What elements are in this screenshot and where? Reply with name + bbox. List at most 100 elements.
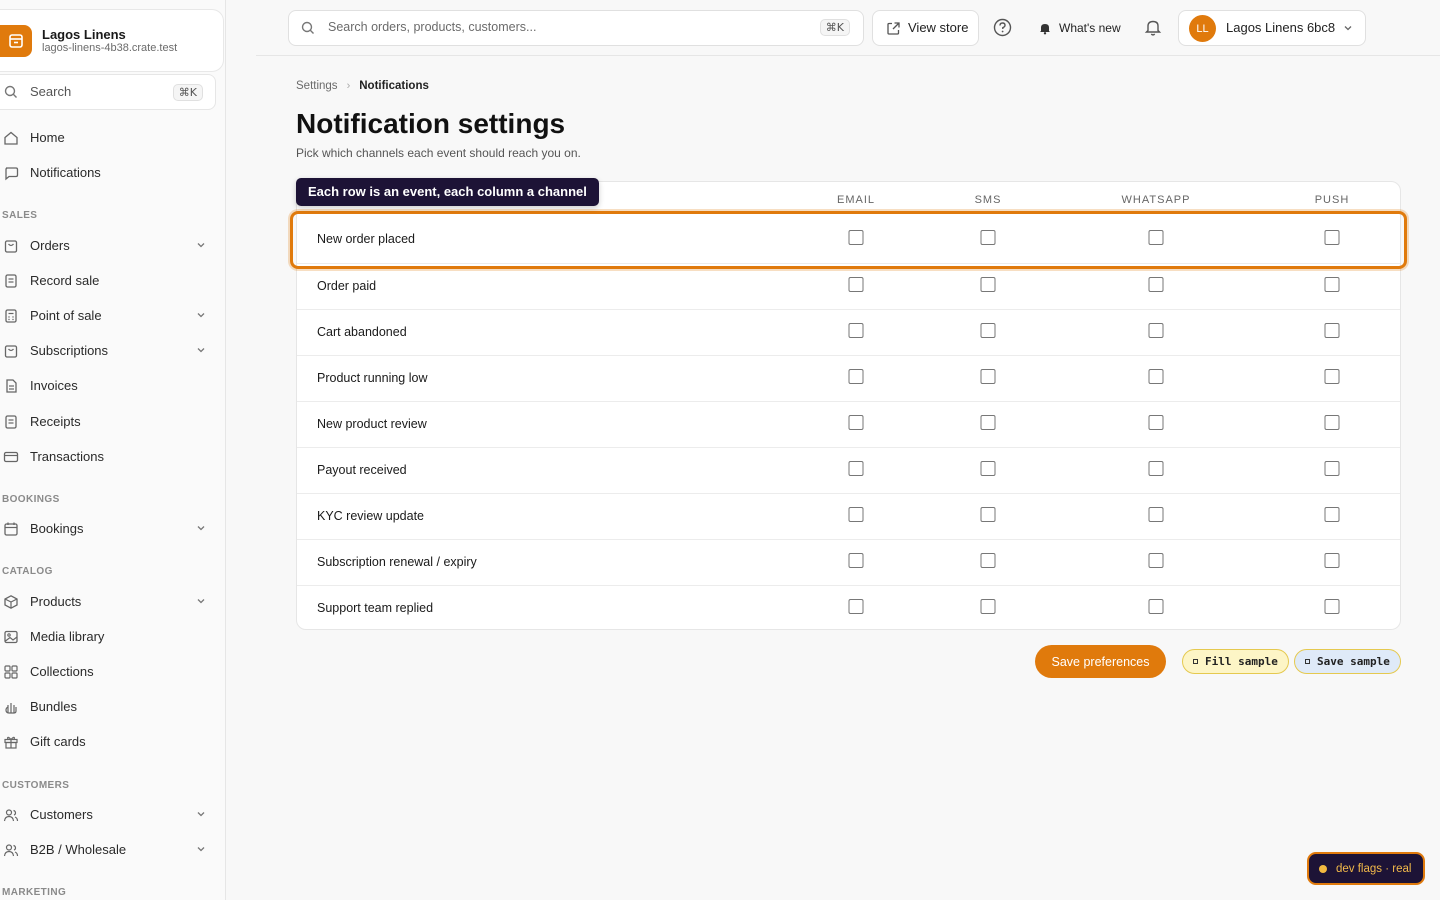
sidebar-item-bundles[interactable]: Bundles [0,693,216,721]
whats-new-label: What's new [1059,21,1121,35]
account-name: Lagos Linens 6bc8 [1226,20,1336,35]
channel-checkbox-email[interactable] [848,599,864,614]
channel-checkbox-whatsapp[interactable] [1148,415,1164,430]
account-menu[interactable]: LL Lagos Linens 6bc8 [1178,10,1366,46]
sidebar-item-transactions[interactable]: Transactions [0,443,216,471]
sidebar-item-b2b-wholesale[interactable]: B2B / Wholesale [0,836,216,864]
channel-checkbox-whatsapp[interactable] [1148,230,1164,245]
topbar: Search orders, products, customers... ⌘K… [256,0,1440,56]
sidebar: Lagos Linens lagos-linens-4b38.crate.tes… [0,0,226,900]
sidebar-item-label: Notifications [30,165,101,180]
channel-checkbox-sms[interactable] [980,369,996,384]
chevron-down-icon [197,348,205,353]
channel-checkbox-sms[interactable] [980,553,996,568]
help-icon[interactable] [993,18,1012,37]
channel-checkbox-push[interactable] [1324,230,1340,245]
event-label: Support team replied [317,601,434,615]
event-label: Subscription renewal / expiry [317,555,477,569]
save-sample-button[interactable]: Save sample [1294,649,1401,674]
sidebar-item-label: Invoices [30,378,78,393]
store-switcher[interactable]: Lagos Linens lagos-linens-4b38.crate.tes… [0,9,224,72]
channel-checkbox-sms[interactable] [980,230,996,245]
channel-checkbox-whatsapp[interactable] [1148,461,1164,476]
save-sample-label: Save sample [1317,655,1390,668]
channel-checkbox-email[interactable] [848,277,864,292]
sidebar-item-record-sale[interactable]: Record sale [0,267,216,295]
channel-checkbox-whatsapp[interactable] [1148,599,1164,614]
channel-checkbox-sms[interactable] [980,415,996,430]
sidebar-item-subscriptions[interactable]: Subscriptions [0,337,216,365]
dev-flags-badge[interactable]: dev flags · real [1307,852,1425,885]
channel-checkbox-sms[interactable] [980,599,996,614]
chevron-right-icon: › [346,80,351,92]
page-subtitle: Pick which channels each event should re… [296,146,581,160]
channel-checkbox-email[interactable] [848,369,864,384]
breadcrumb-settings[interactable]: Settings [296,80,338,92]
sidebar-item-gift-cards[interactable]: Gift cards [0,728,216,756]
event-label: Product running low [317,371,428,385]
sidebar-search-label: Search [30,84,72,99]
sidebar-search-shortcut: ⌘K [172,84,203,101]
global-search-input[interactable]: Search orders, products, customers... ⌘K [288,10,864,46]
receipt-icon [5,415,17,429]
column-header-whatsapp: WHATSAPP [1121,194,1191,206]
channel-checkbox-push[interactable] [1324,461,1340,476]
channel-checkbox-push[interactable] [1324,553,1340,568]
channel-checkbox-push[interactable] [1324,507,1340,522]
chevron-down-icon [197,313,205,318]
event-label: Cart abandoned [317,325,407,339]
sidebar-item-receipts[interactable]: Receipts [0,408,216,436]
bag-icon [4,240,18,253]
channel-checkbox-sms[interactable] [980,507,996,522]
save-preferences-button[interactable]: Save preferences [1035,645,1166,678]
sidebar-item-customers[interactable]: Customers [0,801,216,829]
channel-checkbox-push[interactable] [1324,323,1340,338]
chat-bubble-icon [5,167,19,181]
channel-checkbox-sms[interactable] [980,323,996,338]
search-shortcut: ⌘K [819,19,850,36]
channel-checkbox-push[interactable] [1324,369,1340,384]
channel-checkbox-push[interactable] [1324,415,1340,430]
sidebar-item-media-library[interactable]: Media library [0,623,216,651]
whats-new-button[interactable]: What's new [1034,10,1129,46]
chevron-down-icon [197,812,205,817]
sidebar-item-bookings[interactable]: Bookings [0,515,216,543]
sidebar-item-label: Subscriptions [30,343,109,358]
event-label: New order placed [317,232,415,246]
status-dot-icon [1319,864,1327,873]
sidebar-item-point-of-sale[interactable]: Point of sale [0,302,216,330]
users-icon [3,809,19,822]
channel-checkbox-whatsapp[interactable] [1148,369,1164,384]
table-row: Subscription renewal / expiry [297,539,1400,585]
notifications-bell-icon[interactable] [1144,18,1162,37]
channel-checkbox-email[interactable] [848,553,864,568]
sidebar-item-home[interactable]: Home [0,124,216,152]
view-store-button[interactable]: View store [872,10,979,46]
channel-checkbox-email[interactable] [848,230,864,245]
sidebar-item-notifications[interactable]: Notifications [0,159,216,187]
sidebar-item-products[interactable]: Products [0,588,216,616]
channel-checkbox-whatsapp[interactable] [1148,277,1164,292]
channel-checkbox-email[interactable] [848,507,864,522]
channel-checkbox-email[interactable] [848,323,864,338]
fill-sample-button[interactable]: Fill sample [1182,649,1289,674]
channel-checkbox-sms[interactable] [980,461,996,476]
sidebar-search[interactable]: Search ⌘K [0,74,216,110]
channel-checkbox-whatsapp[interactable] [1148,323,1164,338]
gift-icon [4,736,18,749]
channel-checkbox-whatsapp[interactable] [1148,507,1164,522]
channel-checkbox-whatsapp[interactable] [1148,553,1164,568]
sidebar-item-orders[interactable]: Orders [0,232,216,260]
breadcrumb: Settings › Notifications [296,80,429,92]
sidebar-item-label: Products [30,594,82,609]
sidebar-item-collections[interactable]: Collections [0,658,216,686]
chevron-down-icon [197,599,205,604]
channel-checkbox-sms[interactable] [980,277,996,292]
section-sales: SALES [2,210,38,221]
sidebar-item-invoices[interactable]: Invoices [0,372,216,400]
avatar: LL [1189,15,1216,42]
channel-checkbox-push[interactable] [1324,599,1340,614]
channel-checkbox-email[interactable] [848,415,864,430]
channel-checkbox-email[interactable] [848,461,864,476]
channel-checkbox-push[interactable] [1324,277,1340,292]
